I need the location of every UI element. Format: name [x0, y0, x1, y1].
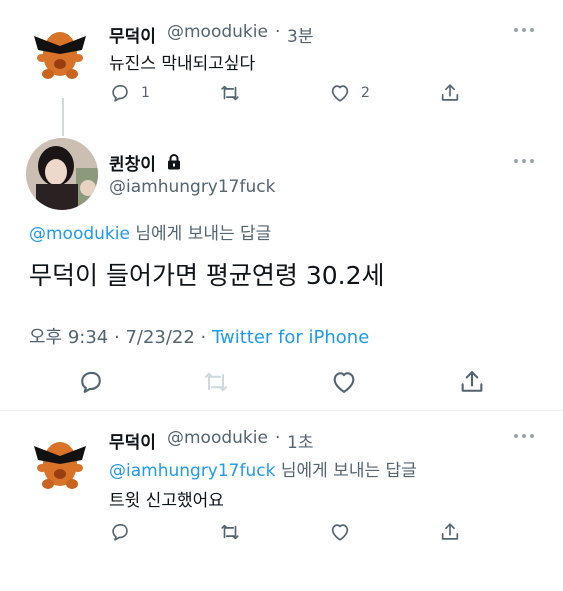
retweet-button[interactable]: [219, 82, 241, 104]
tweet-date[interactable]: 7/23/22: [125, 327, 194, 348]
share-button[interactable]: [439, 521, 461, 543]
tweet-source[interactable]: Twitter for iPhone: [212, 327, 369, 348]
separator: ·: [275, 428, 281, 448]
handle[interactable]: @moodukie: [167, 22, 268, 42]
avatar[interactable]: [26, 138, 98, 210]
retweet-button[interactable]: [219, 521, 241, 543]
reply-button[interactable]: 1: [109, 82, 150, 104]
share-button[interactable]: [439, 82, 461, 104]
thread-connector-line: [62, 98, 64, 136]
share-button[interactable]: [458, 368, 486, 396]
reply-to-suffix: 님에게 보내는 답글: [275, 461, 417, 481]
like-button[interactable]: [329, 521, 351, 543]
more-dots-icon[interactable]: [514, 159, 536, 165]
reply-to-handle[interactable]: @iamhungry17fuck: [109, 461, 275, 481]
meta-dot: ·: [108, 327, 126, 348]
lock-icon: [168, 154, 180, 170]
like-button[interactable]: [330, 368, 358, 396]
mascot-avatar-image: [34, 442, 86, 489]
meta-dot: ·: [194, 327, 212, 348]
reply-button[interactable]: [77, 368, 105, 396]
mascot-avatar-image: [34, 32, 86, 79]
profile-photo-image: [26, 138, 98, 210]
more-dots-icon[interactable]: [514, 434, 536, 440]
share-upload-icon: [441, 84, 459, 101]
reply-to-handle[interactable]: @moodukie: [29, 224, 130, 244]
tweet-time[interactable]: 오후 9:34: [29, 327, 108, 348]
more-dots-icon[interactable]: [514, 28, 536, 34]
tweet-text: 무덕이 들어가면 평균연령 30.2세: [29, 261, 385, 290]
heart-icon: [331, 524, 349, 541]
avatar[interactable]: [24, 424, 96, 496]
display-name[interactable]: 퀸창이: [109, 150, 156, 175]
heart-icon: [333, 372, 355, 393]
display-name[interactable]: 무덕이: [109, 428, 156, 453]
speech-bubble-icon: [112, 85, 128, 102]
heart-icon: [331, 85, 349, 102]
divider: [0, 410, 563, 411]
reply-count: 1: [141, 85, 150, 101]
timestamp[interactable]: 1초: [287, 428, 313, 453]
handle[interactable]: @moodukie: [167, 428, 268, 448]
avatar[interactable]: [24, 14, 96, 86]
retweet-arrows-icon: [221, 524, 239, 540]
speech-bubble-icon: [112, 524, 128, 541]
retweet-arrows-icon: [221, 85, 239, 101]
retweet-button[interactable]: [202, 368, 230, 396]
handle[interactable]: @iamhungry17fuck: [109, 177, 275, 197]
share-upload-icon: [441, 523, 459, 540]
like-button[interactable]: 2: [329, 82, 370, 104]
reply-context: @moodukie 님에게 보내는 답글: [29, 219, 271, 244]
reply-button[interactable]: [109, 521, 131, 543]
reply-to-suffix: 님에게 보내는 답글: [129, 224, 272, 244]
like-count: 2: [361, 85, 370, 101]
reply-context: @iamhungry17fuck 님에게 보내는 답글: [109, 456, 417, 481]
timestamp[interactable]: 3분: [287, 22, 313, 47]
share-upload-icon: [461, 371, 483, 392]
speech-bubble-icon: [81, 371, 101, 393]
retweet-arrows-icon: [205, 372, 227, 392]
separator: ·: [275, 22, 281, 42]
tweet-text: 트윗 신고했어요: [109, 491, 224, 511]
tweet-meta: 오후 9:34 · 7/23/22 · Twitter for iPhone: [29, 323, 369, 349]
display-name[interactable]: 무덕이: [109, 22, 156, 47]
tweet-text: 뉴진스 막내되고싶다: [109, 54, 256, 74]
